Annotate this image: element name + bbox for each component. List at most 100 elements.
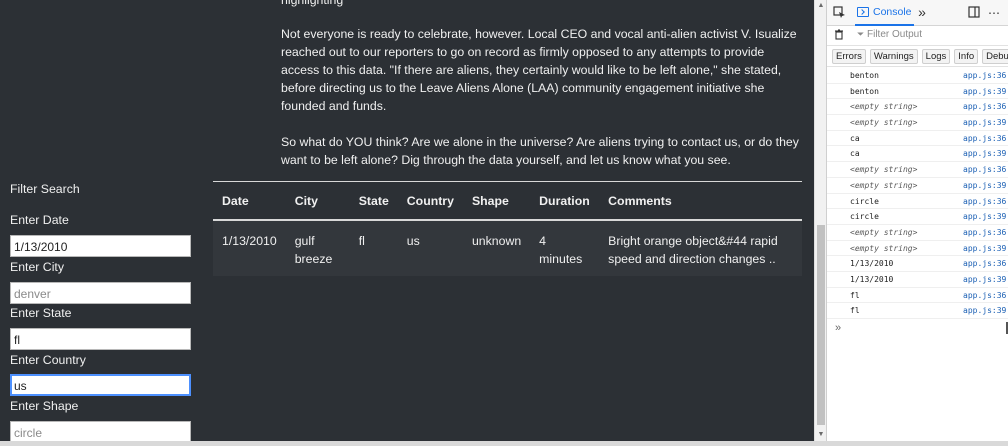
console-log-row: <empty string> app.js:36:	[827, 162, 1008, 178]
log-source-link[interactable]: app.js:36:	[963, 225, 1008, 240]
filter-output-input[interactable]: ⏷ Filter Output	[857, 29, 922, 40]
state-label: Enter State	[10, 306, 72, 320]
country-label: Enter Country	[10, 353, 86, 367]
date-input[interactable]	[10, 235, 191, 257]
log-source-link[interactable]: app.js:36:	[963, 194, 1008, 209]
cell-country: us	[397, 220, 463, 276]
log-message: circle	[850, 196, 879, 206]
devtools-panel: Console » ⋯ ⏷ Filter Output Errors Warni…	[826, 0, 1008, 441]
log-source-link[interactable]: app.js:39:	[963, 178, 1008, 193]
article-paragraph-cut: highlighting	[281, 0, 344, 7]
log-source-link[interactable]: app.js:39:	[963, 146, 1008, 161]
cell-date: 1/13/2010	[213, 220, 286, 276]
console-log-row: ca app.js:39:	[827, 146, 1008, 163]
cell-duration: 4 minutes	[530, 220, 600, 276]
column-header-comments: Comments	[599, 181, 802, 221]
column-header-state: State	[349, 181, 398, 221]
console-log-row: <empty string> app.js:36:	[827, 99, 1008, 116]
console-log-row: <empty string> app.js:39:	[827, 178, 1008, 194]
trash-icon[interactable]	[833, 29, 845, 43]
log-source-link[interactable]: app.js:36:	[963, 162, 1008, 177]
column-header-date: Date	[213, 181, 286, 221]
cell-city: gulf breeze	[285, 220, 350, 276]
level-warnings[interactable]: Warnings	[869, 49, 918, 64]
shape-input[interactable]	[10, 421, 191, 441]
log-message: benton	[850, 86, 879, 96]
more-tabs-icon[interactable]: »	[915, 5, 929, 19]
console-log-row: fl app.js:36:	[827, 288, 1008, 304]
log-source-link[interactable]: app.js:39:	[963, 84, 1008, 99]
log-message: 1/13/2010	[850, 274, 894, 284]
log-source-link[interactable]: app.js:39:	[963, 303, 1008, 318]
level-logs[interactable]: Logs	[921, 49, 951, 64]
webpage-viewport: highlighting Not everyone is ready to ce…	[0, 0, 814, 441]
console-log-row: benton app.js:36:	[827, 68, 1008, 84]
cell-shape: unknown	[462, 220, 531, 276]
console-log-list: benton app.js:36: benton app.js:39: <empty s…	[827, 68, 1008, 319]
tab-console-label: Console	[873, 6, 912, 18]
city-input[interactable]	[10, 282, 191, 304]
console-filterbar: ⏷ Filter Output	[827, 26, 1008, 46]
article-paragraph-1: Not everyone is ready to celebrate, howe…	[281, 27, 797, 113]
table-row: 1/13/2010 gulf breeze fl us unknown 4 mi…	[213, 220, 802, 276]
country-input[interactable]	[10, 374, 191, 396]
log-message: benton	[850, 71, 879, 80]
console-prompt-icon[interactable]: »	[835, 322, 841, 334]
scroll-down-arrow-icon[interactable]: ▼	[817, 431, 825, 439]
column-header-shape: Shape	[462, 181, 531, 221]
level-debug[interactable]: Debug	[982, 49, 1008, 64]
console-log-row: <empty string> app.js:36:	[827, 225, 1008, 241]
console-icon	[857, 7, 869, 17]
dock-side-icon[interactable]	[967, 6, 981, 21]
more-options-icon[interactable]: ⋯	[987, 6, 1001, 20]
column-header-country: Country	[397, 181, 463, 221]
level-info[interactable]: Info	[954, 49, 979, 64]
log-message: fl	[850, 290, 860, 300]
element-picker-icon[interactable]	[832, 6, 846, 22]
scroll-thumb[interactable]	[817, 225, 825, 425]
console-log-row: 1/13/2010 app.js:39:	[827, 272, 1008, 288]
cell-state: fl	[349, 220, 398, 276]
log-source-link[interactable]: app.js:36:	[963, 256, 1008, 271]
shape-label: Enter Shape	[10, 399, 79, 413]
log-message: <empty string>	[850, 243, 918, 253]
article-paragraph-2: So what do YOU think? Are we alone in th…	[281, 135, 799, 167]
log-source-link[interactable]: app.js:36:	[963, 68, 1008, 83]
column-header-duration: Duration	[530, 181, 600, 221]
log-source-link[interactable]: app.js:36:	[963, 131, 1008, 146]
log-message: <empty string>	[850, 165, 918, 175]
log-message: <empty string>	[850, 227, 918, 237]
log-level-bar: Errors Warnings Logs Info Debug	[827, 47, 1008, 67]
log-message: <empty string>	[850, 102, 918, 112]
log-message: circle	[850, 212, 879, 222]
table-header-row: Date City State Country Shape Duration C…	[213, 181, 802, 221]
console-log-row: <empty string> app.js:39:	[827, 115, 1008, 131]
log-message: ca	[850, 133, 860, 143]
level-errors[interactable]: Errors	[832, 49, 866, 64]
filter-title: Filter Search	[10, 182, 80, 196]
filter-output-placeholder: Filter Output	[866, 29, 923, 40]
log-message: fl	[850, 306, 860, 316]
log-source-link[interactable]: app.js:36:	[963, 288, 1008, 303]
log-source-link[interactable]: app.js:36:	[963, 99, 1008, 114]
console-log-row: circle app.js:36:	[827, 194, 1008, 210]
console-log-row: benton app.js:39:	[827, 84, 1008, 100]
page-scrollbar[interactable]: ▲ ▼	[814, 0, 826, 441]
column-header-city: City	[285, 181, 350, 221]
console-log-row: <empty string> app.js:39:	[827, 241, 1008, 257]
log-message: <empty string>	[850, 118, 918, 128]
log-source-link[interactable]: app.js:39:	[963, 209, 1008, 224]
log-message: <empty string>	[850, 180, 918, 190]
bottom-strip	[0, 441, 1008, 446]
scroll-up-arrow-icon[interactable]: ▲	[817, 2, 825, 10]
results-table: Date City State Country Shape Duration C…	[213, 181, 802, 276]
console-log-row: 1/13/2010 app.js:36:	[827, 256, 1008, 272]
log-message: ca	[850, 149, 860, 159]
log-source-link[interactable]: app.js:39:	[963, 241, 1008, 256]
tab-console[interactable]: Console	[855, 0, 914, 26]
cell-comments: Bright orange object&#44 rapid speed and…	[599, 220, 802, 276]
state-input[interactable]	[10, 328, 191, 350]
log-source-link[interactable]: app.js:39:	[963, 115, 1008, 130]
devtools-tabbar: Console » ⋯	[827, 0, 1008, 26]
log-source-link[interactable]: app.js:39:	[963, 272, 1008, 287]
